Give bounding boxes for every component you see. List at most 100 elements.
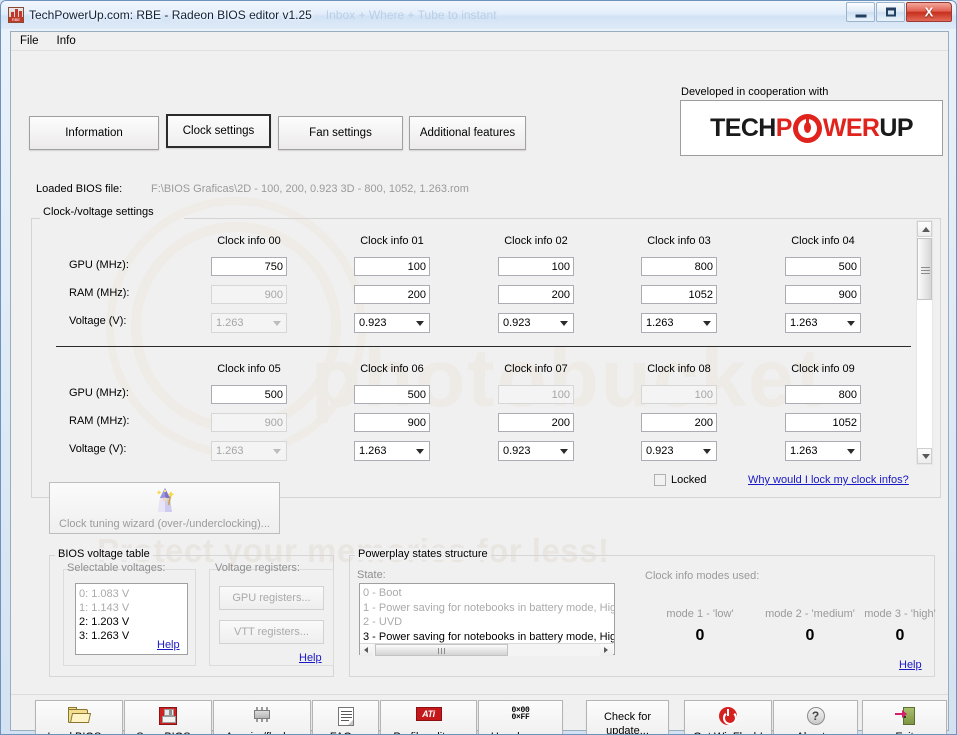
chevron-left-icon	[364, 647, 368, 653]
window-controls: X	[845, 2, 952, 22]
gpu-mhz-input-8[interactable]: 100	[641, 385, 717, 404]
close-icon: X	[924, 4, 934, 20]
ram-mhz-input-0[interactable]: 900	[211, 285, 287, 304]
clock-settings-scrollbar[interactable]	[916, 220, 933, 465]
get-winflash-button[interactable]: Get WinFlash!	[684, 700, 772, 734]
gpu-mhz-input-7[interactable]: 100	[498, 385, 574, 404]
faq-label: FAQ...	[330, 731, 361, 734]
gpu-mhz-input-6[interactable]: 500	[354, 385, 430, 404]
voltage-list-item[interactable]: 0: 1.083 V	[79, 587, 187, 601]
acquire-flash-button[interactable]: Acquire/flash...	[213, 700, 311, 734]
voltage-select-9[interactable]: 1.263	[785, 441, 861, 461]
scroll-up-button[interactable]	[917, 221, 932, 237]
gpu-registers-label: GPU registers...	[232, 592, 311, 604]
gpu-mhz-input-9[interactable]: 800	[785, 385, 861, 404]
gpu-registers-button[interactable]: GPU registers...	[219, 586, 324, 610]
powerplay-list-item[interactable]: 0 - Boot	[363, 586, 614, 601]
profile-editor-button[interactable]: ATi Profile editor...	[380, 700, 477, 734]
voltage-select-1[interactable]: 0.923	[354, 313, 430, 333]
ram-mhz-input-1[interactable]: 200	[354, 285, 430, 304]
gpu-mhz-input-1[interactable]: 100	[354, 257, 430, 276]
voltage-select-8[interactable]: 0.923	[641, 441, 717, 461]
clock-info-header-3: Clock info 03	[647, 235, 711, 247]
lock-info-link[interactable]: Why would I lock my clock infos?	[748, 474, 909, 486]
powerplay-horizontal-scrollbar[interactable]	[360, 643, 613, 656]
ram-mhz-input-3[interactable]: 1052	[641, 285, 717, 304]
locked-checkbox[interactable]	[654, 474, 666, 486]
powerplay-list-item[interactable]: 2 - UVD	[363, 615, 614, 630]
vtt-registers-button[interactable]: VTT registers...	[219, 620, 324, 644]
title-bar: RBE TechPowerUp.com: RBE - Radeon BIOS e…	[1, 1, 956, 29]
floppy-disk-icon	[159, 707, 177, 725]
locked-checkbox-row[interactable]: Locked	[654, 474, 706, 486]
voltage-select-3[interactable]: 1.263	[641, 313, 717, 333]
chevron-down-icon	[273, 321, 281, 326]
load-bios-button[interactable]: Load BIOS...	[35, 700, 123, 734]
voltage-table-help-link[interactable]: Help	[157, 639, 180, 651]
ram-mhz-input-5[interactable]: 900	[211, 413, 287, 432]
ram-mhz-input-6[interactable]: 900	[354, 413, 430, 432]
gpu-mhz-input-0[interactable]: 750	[211, 257, 287, 276]
voltage-select-2[interactable]: 0.923	[498, 313, 574, 333]
row-label-gpu-1: GPU (MHz):	[69, 259, 129, 271]
powerplay-list-item[interactable]: 1 - Power saving for notebooks in batter…	[363, 601, 614, 616]
chevron-down-icon	[703, 321, 711, 326]
row-label-voltage-1: Voltage (V):	[69, 315, 127, 327]
clock-modes-help-link[interactable]: Help	[899, 659, 922, 671]
logo-part-p: P	[775, 113, 793, 142]
voltage-list-item[interactable]: 1: 1.143 V	[79, 601, 187, 615]
clock-settings-group-title: Clock-/voltage settings	[39, 206, 158, 218]
voltage-value-2: 0.923	[503, 317, 531, 329]
gpu-mhz-input-2[interactable]: 100	[498, 257, 574, 276]
power-icon	[719, 707, 737, 725]
voltage-select-0[interactable]: 1.263	[211, 313, 287, 333]
ram-mhz-input-4[interactable]: 900	[785, 285, 861, 304]
scroll-right-button[interactable]	[600, 644, 613, 656]
chevron-down-icon	[560, 321, 568, 326]
hex-dump-button[interactable]: 0×000×FF Hex dump...	[478, 700, 563, 734]
chevron-up-icon	[922, 227, 930, 232]
scroll-left-button[interactable]	[360, 644, 373, 656]
voltage-select-6[interactable]: 1.263	[354, 441, 430, 461]
mode-3-header: mode 3 - 'high'	[864, 608, 936, 620]
close-button[interactable]: X	[906, 2, 952, 22]
scroll-down-button[interactable]	[917, 448, 932, 464]
tab-additional-features[interactable]: Additional features	[409, 116, 526, 150]
voltage-select-7[interactable]: 0.923	[498, 441, 574, 461]
ram-mhz-input-9[interactable]: 1052	[785, 413, 861, 432]
menu-item-file[interactable]: File	[11, 33, 48, 49]
scrollbar-thumb[interactable]	[917, 238, 932, 300]
menu-item-info[interactable]: Info	[48, 33, 85, 49]
powerplay-list-item[interactable]: 3 - Power saving for notebooks in batter…	[363, 630, 614, 645]
voltage-registers-help-link[interactable]: Help	[299, 652, 322, 664]
gpu-mhz-input-5[interactable]: 500	[211, 385, 287, 404]
save-bios-button[interactable]: Save BIOS...	[124, 700, 212, 734]
about-button[interactable]: ? About...	[773, 700, 858, 734]
exit-button[interactable]: Exit	[862, 700, 947, 734]
minimize-button[interactable]	[846, 2, 875, 22]
faq-button[interactable]: FAQ...	[312, 700, 379, 734]
chevron-right-icon	[604, 647, 608, 653]
maximize-button[interactable]	[876, 2, 905, 22]
window-title: TechPowerUp.com: RBE - Radeon BIOS edito…	[29, 8, 312, 22]
clock-info-header-6: Clock info 06	[360, 363, 424, 375]
ram-mhz-input-2[interactable]: 200	[498, 285, 574, 304]
voltage-select-4[interactable]: 1.263	[785, 313, 861, 333]
tab-clock-settings-label: Clock settings	[182, 125, 255, 137]
ram-mhz-input-8[interactable]: 200	[641, 413, 717, 432]
logo-part-up: UP	[879, 113, 913, 142]
voltage-value-8: 0.923	[646, 445, 674, 457]
tab-clock-settings[interactable]: Clock settings	[166, 114, 271, 148]
voltage-select-5[interactable]: 1.263	[211, 441, 287, 461]
horizontal-scrollbar-thumb[interactable]	[375, 644, 508, 656]
ram-mhz-input-7[interactable]: 200	[498, 413, 574, 432]
voltage-list-item[interactable]: 2: 1.203 V	[79, 615, 187, 629]
tab-information[interactable]: Information	[29, 116, 159, 150]
clock-tuning-wizard-button[interactable]: Clock tuning wizard (over-/underclocking…	[49, 482, 280, 534]
minimize-icon	[855, 14, 866, 18]
gpu-mhz-input-4[interactable]: 500	[785, 257, 861, 276]
tab-fan-settings[interactable]: Fan settings	[278, 116, 403, 150]
check-for-update-button[interactable]: Check for update...	[586, 700, 669, 734]
gpu-mhz-input-3[interactable]: 800	[641, 257, 717, 276]
client-area: photobucket Protect your memories for le…	[10, 31, 949, 734]
